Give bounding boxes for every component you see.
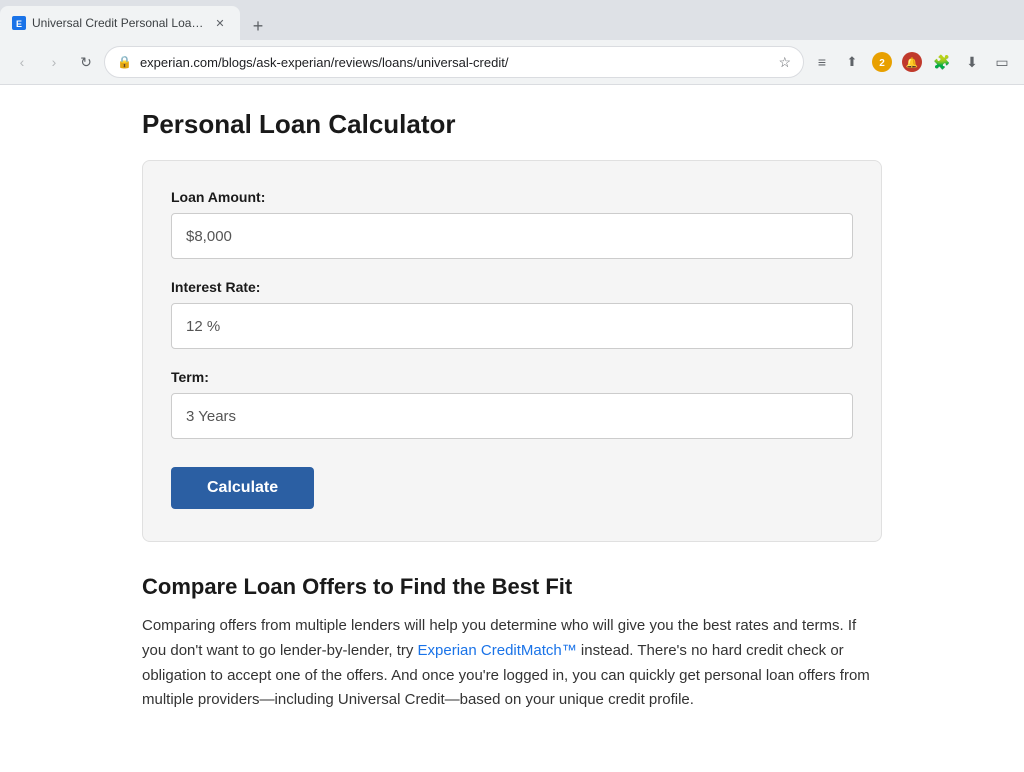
new-tab-button[interactable]: +	[244, 12, 272, 40]
interest-rate-group: Interest Rate:	[171, 279, 853, 349]
compare-section-title: Compare Loan Offers to Find the Best Fit	[142, 574, 882, 600]
svg-text:E: E	[16, 19, 22, 29]
notification-icon: 🔔	[901, 51, 923, 73]
nav-actions: ≡ ⬆ 2 🔔 🧩 ⬇	[808, 48, 1016, 76]
page-title: Personal Loan Calculator	[142, 109, 882, 140]
term-label: Term:	[171, 369, 853, 385]
compare-section-body: Comparing offers from multiple lenders w…	[142, 614, 882, 713]
back-icon: ‹	[20, 54, 25, 70]
tab-title-text: Universal Credit Personal Loan Re	[32, 16, 206, 30]
forward-button[interactable]: ›	[40, 48, 68, 76]
calculate-button[interactable]: Calculate	[171, 467, 314, 509]
extensions-icon: 🧩	[933, 54, 950, 71]
svg-text:🔔: 🔔	[906, 57, 918, 69]
notification-button[interactable]: 🔔	[898, 48, 926, 76]
loan-amount-input[interactable]	[171, 213, 853, 259]
tab-favicon: E	[12, 16, 26, 30]
bookmark-icon[interactable]: ☆	[778, 54, 791, 71]
extensions-button[interactable]: 🧩	[928, 48, 956, 76]
lock-icon: 🔒	[117, 55, 132, 69]
url-text: experian.com/blogs/ask-experian/reviews/…	[140, 55, 770, 70]
tab-close-button[interactable]: ✕	[212, 15, 228, 31]
menu-icon: ≡	[818, 54, 826, 70]
profile-avatar-icon: 2	[871, 51, 893, 73]
share-button[interactable]: ⬆	[838, 48, 866, 76]
loan-amount-label: Loan Amount:	[171, 189, 853, 205]
share-icon: ⬆	[847, 54, 858, 70]
calculator-box: Loan Amount: Interest Rate: Term: Calcul…	[142, 160, 882, 542]
nav-bar: ‹ › ↻ 🔒 experian.com/blogs/ask-experian/…	[0, 40, 1024, 84]
term-group: Term:	[171, 369, 853, 439]
browser-menu-button[interactable]: ≡	[808, 48, 836, 76]
cast-icon: ▭	[995, 54, 1008, 71]
page-content: Personal Loan Calculator Loan Amount: In…	[62, 85, 962, 737]
forward-icon: ›	[52, 54, 57, 70]
loan-amount-group: Loan Amount:	[171, 189, 853, 259]
profile-button[interactable]: 2	[868, 48, 896, 76]
browser-chrome: E Universal Credit Personal Loan Re ✕ + …	[0, 0, 1024, 85]
interest-rate-input[interactable]	[171, 303, 853, 349]
download-button[interactable]: ⬇	[958, 48, 986, 76]
back-button[interactable]: ‹	[8, 48, 36, 76]
tab-bar: E Universal Credit Personal Loan Re ✕ +	[0, 0, 1024, 40]
svg-text:2: 2	[879, 58, 885, 69]
address-bar[interactable]: 🔒 experian.com/blogs/ask-experian/review…	[104, 46, 804, 78]
compare-section: Compare Loan Offers to Find the Best Fit…	[142, 574, 882, 713]
reload-icon: ↻	[80, 54, 92, 71]
term-input[interactable]	[171, 393, 853, 439]
download-icon: ⬇	[966, 54, 978, 71]
interest-rate-label: Interest Rate:	[171, 279, 853, 295]
reload-button[interactable]: ↻	[72, 48, 100, 76]
active-tab[interactable]: E Universal Credit Personal Loan Re ✕	[0, 6, 240, 40]
cast-button[interactable]: ▭	[988, 48, 1016, 76]
experian-creditmatch-link[interactable]: Experian CreditMatch™	[418, 642, 577, 659]
